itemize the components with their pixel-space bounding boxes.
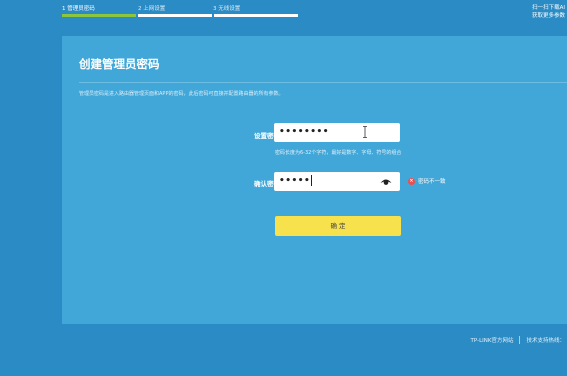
confirm-password-value: ••••• [279, 176, 311, 186]
step-admin-password: 1 管理员密码 [62, 6, 95, 12]
footer: TP-LINK官方网站 技术支持热线： [471, 336, 565, 344]
error-icon: × [408, 177, 415, 185]
tp-link-site-link[interactable]: TP-LINK官方网站 [471, 336, 514, 344]
password-mismatch-error: × 密码不一致 [408, 177, 446, 185]
page-title: 创建管理员密码 [79, 57, 160, 71]
confirm-password-field[interactable]: ••••• [274, 172, 400, 191]
promo-line-1: 扫一扫下载AI [532, 5, 565, 11]
step-wireless-setup: 3 无线设置 [213, 6, 241, 12]
setup-panel: 创建管理员密码 管理员密码是进入路由器管理页面和APP的密码，此后密码可直接并配… [62, 36, 567, 324]
step-bar: 1 管理员密码 2 上网设置 3 无线设置 扫一扫下载AI 获取更多参数 [0, 0, 567, 34]
confirm-button[interactable]: 确 定 [275, 216, 401, 236]
error-text: 密码不一致 [418, 179, 446, 185]
app-download-promo[interactable]: 扫一扫下载AI 获取更多参数 [532, 4, 565, 20]
set-password-value: •••••••• [279, 127, 330, 137]
progress-track [62, 13, 298, 17]
text-caret [311, 175, 313, 186]
footer-separator [519, 336, 521, 344]
divider [79, 82, 567, 83]
promo-line-2: 获取更多参数 [531, 13, 565, 19]
set-password-field[interactable]: •••••••• [274, 123, 400, 142]
set-password-label: 设置密码 [254, 132, 280, 140]
page-description: 管理员密码是进入路由器管理页面和APP的密码，此后密码可直接并配置路由器的所有参… [79, 91, 284, 97]
show-password-eye-icon[interactable] [380, 177, 392, 186]
progress-segment-1 [62, 14, 136, 17]
support-hotline: 技术支持热线： [526, 338, 565, 344]
confirm-password-label: 确认密码 [254, 180, 280, 188]
text-cursor-icon [363, 126, 367, 138]
step-internet-setup: 2 上网设置 [138, 6, 166, 12]
progress-segment-2 [138, 14, 212, 17]
progress-segment-3 [214, 14, 298, 17]
password-hint: 密码长度为6-32个字符，最好是数字、字母、符号的组合 [275, 150, 402, 156]
